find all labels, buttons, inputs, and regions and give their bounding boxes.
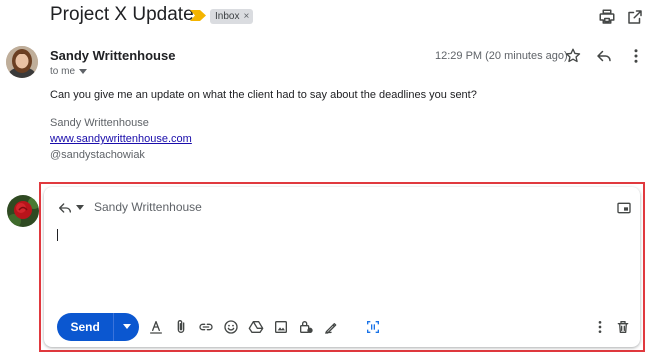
send-button-group: Send <box>57 313 139 341</box>
confidential-icon <box>300 321 313 333</box>
message-body: Can you give me an update on what the cl… <box>50 89 477 101</box>
signature-name: Sandy Writtenhouse <box>50 117 149 129</box>
insert-link-button[interactable] <box>197 318 215 336</box>
drive-icon <box>248 321 264 333</box>
insert-emoji-button[interactable] <box>222 318 240 336</box>
text-cursor <box>57 229 58 241</box>
more-vert-icon <box>598 321 602 333</box>
sender-avatar[interactable] <box>6 46 38 78</box>
insert-drive-button[interactable] <box>247 318 265 336</box>
reply-recipient[interactable]: Sandy Writtenhouse <box>94 200 202 214</box>
signature-handle: @sandystachowiak <box>50 149 145 161</box>
reply-type-chevron-icon[interactable] <box>76 205 84 211</box>
more-options-button[interactable] <box>591 318 609 336</box>
trash-icon <box>617 321 629 333</box>
pop-out-icon[interactable] <box>616 200 632 216</box>
inbox-label-chip[interactable]: Inbox × <box>210 9 254 24</box>
attach-icon <box>177 320 185 333</box>
photo-icon <box>275 321 287 333</box>
signature-website-link[interactable]: www.sandywrittenhouse.com <box>50 133 192 145</box>
reply-icon[interactable] <box>595 47 613 65</box>
layouts-button[interactable] <box>364 318 382 336</box>
star-icon[interactable] <box>564 47 582 65</box>
open-in-new-window-icon[interactable] <box>626 8 644 26</box>
link-icon <box>199 323 213 331</box>
recipient-details[interactable]: to me <box>50 66 88 77</box>
emoji-icon <box>224 320 238 334</box>
chevron-down-icon <box>79 68 88 74</box>
formatting-icon <box>150 321 162 334</box>
message-timestamp: 12:29 PM (20 minutes ago) <box>435 50 568 62</box>
confidential-mode-button[interactable] <box>297 318 315 336</box>
layouts-icon <box>367 321 379 333</box>
remove-label-icon[interactable]: × <box>243 11 249 22</box>
insert-signature-button[interactable] <box>322 318 340 336</box>
important-marker-icon[interactable] <box>190 10 206 21</box>
formatting-options-button[interactable] <box>147 318 165 336</box>
insert-photo-button[interactable] <box>272 318 290 336</box>
attach-files-button[interactable] <box>172 318 190 336</box>
discard-draft-button[interactable] <box>614 318 632 336</box>
reply-type-icon[interactable] <box>56 200 74 216</box>
user-avatar[interactable] <box>7 195 39 227</box>
chevron-down-icon <box>122 324 131 329</box>
send-button[interactable]: Send <box>57 320 113 334</box>
sender-name[interactable]: Sandy Writtenhouse <box>50 48 175 63</box>
inbox-label-text: Inbox <box>215 11 240 22</box>
signature-icon <box>325 323 337 334</box>
more-vert-icon[interactable] <box>627 47 645 65</box>
print-icon[interactable] <box>598 8 616 26</box>
email-subject: Project X Update <box>50 4 194 25</box>
recipient-label: to me <box>50 66 76 77</box>
